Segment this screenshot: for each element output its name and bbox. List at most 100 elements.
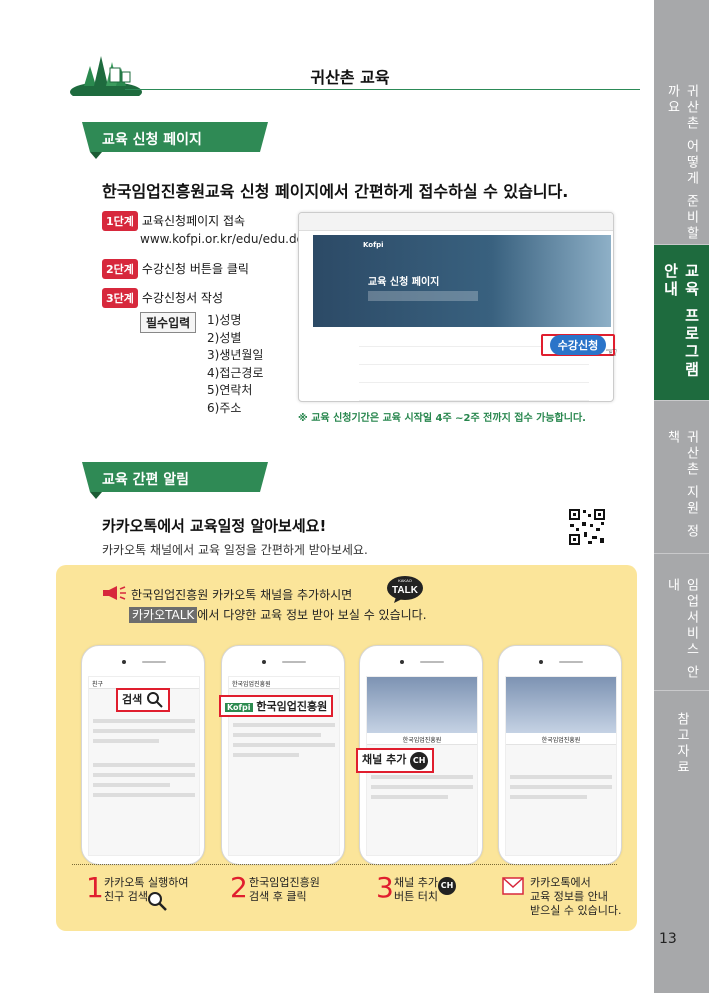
phone-speaker	[400, 660, 444, 664]
channel-search-callout[interactable]: Kofpi 한국임업진흥원	[219, 695, 334, 717]
pointer-cursor-icon: ☜	[605, 345, 618, 361]
phone-mockup-result: 한국임업진흥원	[221, 645, 345, 865]
caption-line: 채널 추가	[394, 876, 438, 889]
application-headline: 한국임업진흥원교육 신청 페이지에서 간편하게 접수하실 수 있습니다.	[102, 182, 569, 201]
step-1: 1단계 교육신청페이지 접속	[102, 211, 245, 231]
kakao-subline: 카카오톡 채널에서 교육 일정을 간편하게 받아보세요.	[102, 543, 368, 557]
caption-number: 1	[86, 871, 104, 904]
tab-label: 귀산촌 지원 정책	[664, 430, 699, 541]
caption-2: 한국임업진흥원 검색 후 클릭	[249, 876, 320, 904]
screenshot-hero-title: 교육 신청 페이지	[368, 277, 440, 288]
section-heading-label: 교육 간편 알림	[102, 472, 190, 488]
tab-label: 교육 프로그램 안내	[661, 263, 701, 380]
search-callout[interactable]: 검색	[116, 688, 171, 712]
add-channel-callout[interactable]: 채널 추가 CH	[356, 748, 435, 773]
screenshot-hero-subtitle	[368, 291, 478, 301]
caption-3: 채널 추가 버튼 터치	[394, 876, 438, 904]
tab-education-programs[interactable]: 교육 프로그램 안내	[654, 245, 709, 400]
phone-mockup-search: 친구	[81, 645, 205, 865]
tab-divider	[654, 400, 709, 401]
list-item	[510, 795, 587, 799]
search-icon	[148, 892, 167, 911]
step-2: 2단계 수강신청 버튼을 클릭	[102, 259, 249, 279]
envelope-icon	[502, 877, 524, 895]
list-item	[93, 739, 159, 743]
page-number: 13	[659, 931, 677, 947]
application-period-note: ※ 교육 신청기간은 교육 시작일 4주 ~2주 전까지 접수 가능합니다.	[298, 413, 586, 424]
kakao-bubble-label: TALK	[392, 585, 419, 596]
page-header: 귀산촌 교육	[70, 38, 640, 96]
required-field: 5)연락처	[207, 383, 253, 397]
phone-speaker	[262, 660, 306, 664]
kakao-info-text: 카카오TALK 에서 다양한 교육 정보 받아 보실 수 있습니다.	[129, 606, 427, 623]
screen-title: 한국임업진흥원	[506, 733, 616, 745]
list-item	[93, 729, 195, 733]
chapter-tab-bar: 귀산촌 어떻게 준비할까요 교육 프로그램 안내 귀산촌 지원 정책 임업서비스…	[654, 0, 709, 993]
apply-button-label: 수강신청	[549, 335, 607, 355]
phone-speaker	[539, 660, 583, 664]
search-callout-label: 검색	[122, 693, 143, 706]
channel-add-icon: CH	[410, 752, 429, 770]
list-item	[510, 775, 612, 779]
add-channel-label: 채널 추가	[362, 753, 407, 766]
tab-label: 임업서비스 안내	[664, 578, 699, 682]
list-item	[233, 723, 335, 727]
tab-support-policy[interactable]: 귀산촌 지원 정책	[654, 430, 709, 550]
tab-forestry-services[interactable]: 임업서비스 안내	[654, 578, 709, 690]
caption-number: 2	[230, 871, 248, 904]
caption-line: 교육 정보를 안내	[530, 890, 608, 903]
list-item	[371, 785, 473, 789]
tab-preparation[interactable]: 귀산촌 어떻게 준비할까요	[654, 84, 709, 244]
kakaotalk-badge: 카카오TALK	[129, 607, 198, 623]
section-heading-application: 교육 신청 페이지	[82, 122, 268, 159]
phone-screen: 한국임업진흥원	[505, 676, 617, 856]
apply-button-highlight[interactable]: 수강신청	[541, 334, 615, 356]
table-row	[359, 367, 589, 383]
header-divider	[125, 89, 640, 90]
search-icon	[147, 692, 163, 708]
qr-code-icon[interactable]	[568, 508, 606, 546]
phone-mockup-message: 한국임업진흥원	[498, 645, 622, 865]
channel-callout-label: 한국임업진흥원	[256, 700, 328, 713]
screenshot-hero-banner: Kofpi 교육 신청 페이지	[313, 235, 611, 327]
channel-cover-image	[506, 677, 616, 733]
tab-references[interactable]: 참고자료	[654, 712, 709, 792]
list-item	[371, 795, 448, 799]
caption-line: 검색 후 클릭	[249, 890, 307, 903]
phone-speaker	[122, 660, 166, 664]
step-3: 3단계 수강신청서 작성	[102, 288, 223, 308]
application-url[interactable]: www.kofpi.or.kr/edu/edu.do	[140, 232, 304, 246]
caption-number: 3	[376, 871, 394, 904]
caption-line: 한국임업진흥원	[249, 876, 320, 889]
caption-line: 받으실 수 있습니다.	[530, 904, 622, 917]
list-item	[93, 763, 195, 767]
kofpi-mini-logo: Kofpi	[225, 703, 253, 712]
kakao-headline: 카카오톡에서 교육일정 알아보세요!	[102, 517, 327, 535]
list-item	[93, 719, 195, 723]
kofpi-logo: Kofpi	[363, 241, 384, 249]
tab-divider	[654, 553, 709, 554]
required-field: 1)성명	[207, 313, 242, 327]
required-field: 2)성별	[207, 330, 242, 345]
list-item	[233, 733, 321, 737]
kakao-info-text-rest: 에서 다양한 교육 정보 받아 보실 수 있습니다.	[197, 608, 427, 622]
kakao-bubble-small-label: KAKAO	[398, 578, 412, 583]
caption-line: 카카오톡 실행하여	[104, 876, 189, 889]
required-fields-list: 1)성명 2)성별 3)생년월일 4)접근경로 5)연락처 6)주소	[207, 312, 263, 417]
step-badge: 3단계	[102, 288, 138, 308]
screen-title: 한국임업진흥원	[229, 677, 339, 689]
list-item	[371, 775, 473, 779]
caption-line: 카카오톡에서	[530, 876, 591, 889]
browser-toolbar	[299, 213, 613, 231]
required-input-badge: 필수입력	[140, 312, 197, 333]
tab-divider	[654, 690, 709, 691]
step-text: 수강신청서 작성	[141, 291, 224, 305]
list-item	[510, 785, 612, 789]
list-item	[93, 793, 195, 797]
caption-line: 버튼 터치	[394, 890, 438, 903]
megaphone-icon	[103, 586, 126, 600]
section-heading-notification: 교육 간편 알림	[82, 462, 268, 499]
list-item	[233, 743, 335, 747]
required-field: 6)주소	[207, 400, 242, 415]
section-heading-label: 교육 신청 페이지	[102, 132, 202, 148]
